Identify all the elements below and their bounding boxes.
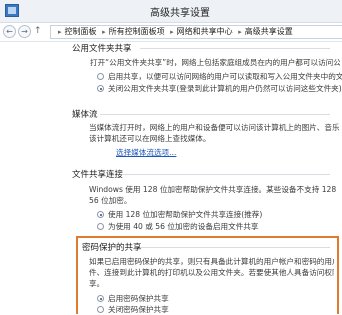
media-streaming-description-line-2: 该计算机还可以在网络上查找媒体。 bbox=[89, 134, 211, 143]
password-sharing-section-title: 密码保护的共享 bbox=[82, 243, 142, 253]
media-streaming-section-title: 媒体流 bbox=[72, 110, 98, 120]
public-folder-section-title: 公用文件夹共享 bbox=[72, 44, 132, 54]
chevron-right-icon: ▸ bbox=[102, 28, 106, 36]
section-divider bbox=[140, 48, 330, 49]
up-arrow-icon[interactable]: ↑ bbox=[34, 26, 42, 36]
encryption-40-56-option[interactable]: 为使用 40 或 56 位加密的设备启用文件共享 bbox=[97, 221, 258, 232]
public-folder-description: 打开“公用文件夹共享”时，网络上包括家庭组成员在内的用户都可以访问公用文件夹中的 bbox=[90, 58, 340, 67]
public-folder-option-on[interactable]: 启用共享，以便可以访问网络的用户可以读取和写入公用文件夹中的文件 bbox=[97, 71, 342, 82]
window-title: 高级共享设置 bbox=[150, 8, 210, 19]
password-sharing-on-option[interactable]: 启用密码保护共享 bbox=[97, 293, 169, 304]
encryption-128-option[interactable]: 使用 128 位加密帮助保护文件共享连接(推荐) bbox=[97, 209, 262, 220]
password-sharing-description-line-2: 件、连接到此计算机的打印机以及公用文件夹。若要使其他人具备访问权限，必须 bbox=[89, 268, 334, 277]
chevron-right-icon: ▸ bbox=[170, 28, 174, 36]
breadcrumb-all-items[interactable]: 所有控制面板项 bbox=[109, 27, 165, 36]
settings-content: 公用文件夹共享 打开“公用文件夹共享”时，网络上包括家庭组成员在内的用户都可以访… bbox=[0, 42, 342, 314]
breadcrumb[interactable]: ▸ 控制面板 ▸ 所有控制面板项 ▸ 网络和共享中心 ▸ 高级共享设置 bbox=[50, 25, 342, 39]
chevron-right-icon: ▸ bbox=[238, 28, 242, 36]
media-streaming-description-line-1: 当媒体流打开时，网络上的用户和设备便可以访问该计算机上的图片、音乐以 bbox=[89, 123, 339, 132]
breadcrumb-advanced-sharing[interactable]: 高级共享设置 bbox=[245, 27, 293, 36]
file-sharing-description-line-1: Windows 使用 128 位加密帮助保护文件共享连接。某些设备不支持 128… bbox=[89, 185, 339, 194]
forward-arrow-icon: → bbox=[21, 27, 28, 36]
address-bar: ← → ↑ ▸ 控制面板 ▸ 所有控制面板项 ▸ 网络和共享中心 ▸ 高级共享设置 bbox=[0, 23, 342, 42]
radio-button-icon bbox=[97, 306, 104, 313]
back-arrow-icon: ← bbox=[6, 27, 13, 36]
breadcrumb-network-center[interactable]: 网络和共享中心 bbox=[177, 27, 233, 36]
back-button[interactable]: ← bbox=[3, 25, 16, 38]
radio-button-icon bbox=[97, 223, 104, 230]
forward-button[interactable]: → bbox=[18, 25, 31, 38]
password-sharing-off-option[interactable]: 关闭密码保护共享 bbox=[97, 304, 169, 315]
file-sharing-description-line-2: 56 位加密。 bbox=[89, 196, 132, 205]
radio-button-selected-icon bbox=[97, 85, 104, 92]
radio-button-selected-icon bbox=[97, 295, 104, 302]
section-divider bbox=[100, 114, 330, 115]
media-streaming-options-link[interactable]: 选择媒体流选项... bbox=[116, 147, 176, 158]
password-sharing-description-line-3: 享。 bbox=[89, 279, 105, 288]
title-bar: 高级共享设置 bbox=[0, 0, 342, 23]
password-sharing-description-line-1: 如果已启用密码保护的共享，则只有具备此计算机的用户帐户和密码的用户才 bbox=[89, 257, 334, 266]
file-sharing-section-title: 文件共享连接 bbox=[72, 170, 124, 180]
public-folder-option-off[interactable]: 关闭公用文件夹共享(登录到此计算机的用户仍然可以访问这些文件夹) bbox=[97, 83, 342, 94]
section-divider bbox=[122, 174, 330, 175]
radio-button-selected-icon bbox=[97, 211, 104, 218]
radio-button-icon bbox=[97, 73, 104, 80]
section-divider bbox=[140, 247, 330, 248]
chevron-right-icon: ▸ bbox=[58, 28, 62, 36]
control-panel-icon bbox=[5, 4, 19, 17]
breadcrumb-control-panel[interactable]: 控制面板 bbox=[65, 27, 97, 36]
